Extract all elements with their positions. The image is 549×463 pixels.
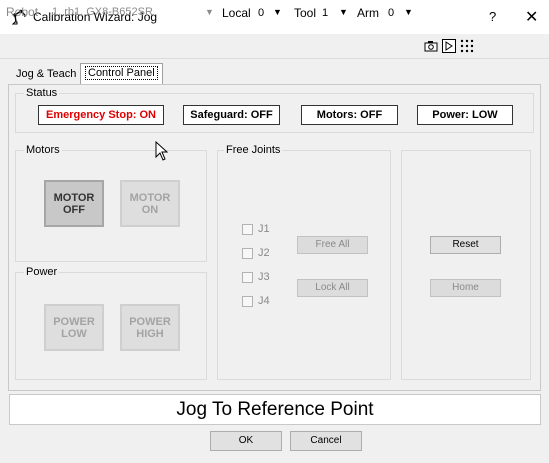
home-group — [401, 150, 531, 380]
free-joints-group — [217, 150, 391, 380]
power-high-button[interactable]: POWER HIGH — [120, 304, 180, 351]
power-low-button[interactable]: POWER LOW — [44, 304, 104, 351]
motor-off-line2: OFF — [63, 203, 85, 216]
j2-checkbox[interactable] — [242, 248, 253, 259]
motors-group-label: Motors — [24, 144, 62, 156]
lock-all-button[interactable]: Lock All — [297, 279, 368, 297]
j2-label: J2 — [258, 247, 270, 259]
chevron-down-icon[interactable]: ▼ — [404, 7, 413, 17]
free-joints-group-label: Free Joints — [224, 144, 283, 156]
motor-off-button[interactable]: MOTOR OFF — [44, 180, 104, 227]
motor-off-line1: MOTOR — [53, 191, 95, 204]
ok-button[interactable]: OK — [210, 431, 282, 451]
power-high-line2: HIGH — [136, 327, 164, 340]
instruction-text: Jog To Reference Point — [9, 394, 541, 425]
free-all-button[interactable]: Free All — [297, 236, 368, 254]
dots-grid-icon[interactable] — [460, 39, 474, 53]
status-power: Power: LOW — [417, 105, 513, 125]
tool-label: Tool — [294, 6, 317, 20]
j1-label: J1 — [258, 223, 270, 235]
reset-button[interactable]: Reset — [430, 236, 501, 254]
j4-checkbox[interactable] — [242, 296, 253, 307]
power-low-line1: POWER — [53, 315, 95, 328]
j1-checkbox[interactable] — [242, 224, 253, 235]
power-group-label: Power — [24, 266, 60, 278]
motor-on-button[interactable]: MOTOR ON — [120, 180, 180, 227]
arm-select[interactable]: 0 — [388, 7, 394, 19]
cancel-button[interactable]: Cancel — [290, 431, 362, 451]
motor-on-line1: MOTOR — [129, 191, 171, 204]
camera-icon[interactable] — [424, 40, 438, 52]
status-emergency-stop: Emergency Stop: ON — [38, 105, 164, 125]
power-high-line1: POWER — [129, 315, 171, 328]
status-group-label: Status — [24, 87, 60, 99]
arm-label: Arm — [357, 6, 379, 20]
run-icon[interactable] — [442, 39, 456, 53]
status-safeguard: Safeguard: OFF — [183, 105, 280, 125]
local-label: Local — [222, 6, 251, 20]
status-motors: Motors: OFF — [301, 105, 398, 125]
robot-label: Robot — [6, 5, 39, 19]
motor-on-line2: ON — [141, 203, 159, 216]
chevron-down-icon[interactable]: ▼ — [273, 7, 282, 17]
tool-select[interactable]: 1 — [322, 7, 328, 19]
home-button[interactable]: Home — [430, 279, 501, 297]
power-low-line2: LOW — [61, 327, 87, 340]
j3-label: J3 — [258, 271, 270, 283]
tab-control-panel-label: Control Panel — [85, 66, 158, 80]
tab-control-panel[interactable]: Control Panel — [80, 63, 163, 85]
chevron-down-icon[interactable]: ▼ — [339, 7, 348, 17]
help-button[interactable]: ? — [489, 9, 496, 24]
close-button[interactable]: ✕ — [525, 7, 538, 27]
j4-label: J4 — [258, 295, 270, 307]
j3-checkbox[interactable] — [242, 272, 253, 283]
tab-jog-teach[interactable]: Jog & Teach — [12, 65, 80, 85]
local-select[interactable]: 0 — [258, 7, 264, 19]
mouse-cursor-icon — [155, 141, 169, 161]
chevron-down-icon[interactable]: ▼ — [205, 7, 214, 17]
robot-select[interactable]: 1, rb1, GX8-B652SR — [52, 6, 153, 18]
